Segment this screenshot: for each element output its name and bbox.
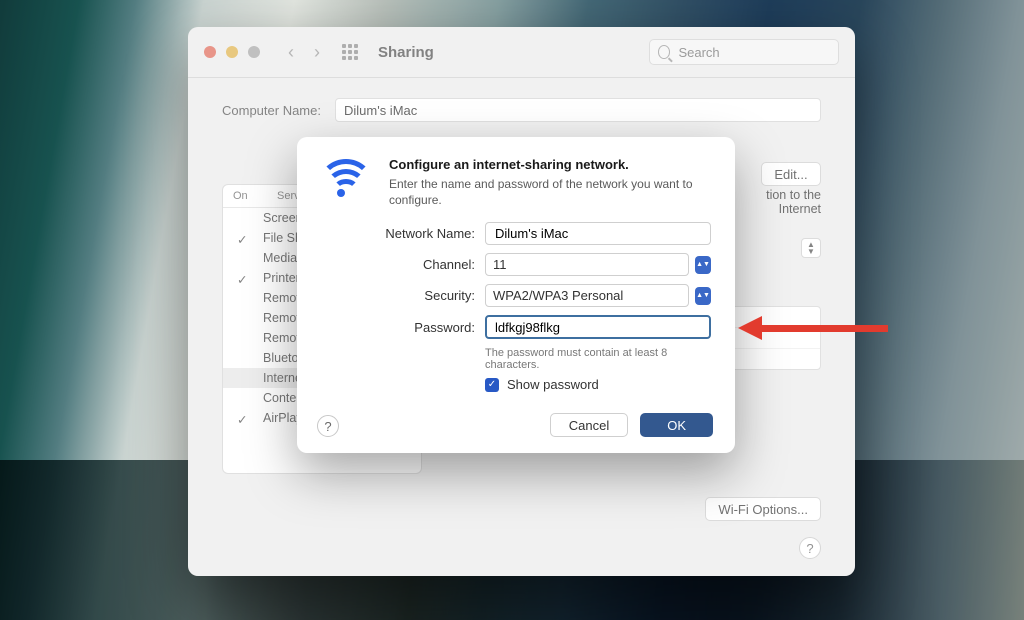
password-input[interactable] (485, 315, 711, 339)
computer-name-field[interactable]: Dilum's iMac (335, 98, 821, 122)
wifi-options-button[interactable]: Wi-Fi Options... (705, 497, 821, 521)
sheet-help-button[interactable]: ? (317, 415, 339, 437)
window-title: Sharing (378, 44, 434, 61)
wifi-configure-sheet: Configure an internet-sharing network. E… (297, 137, 735, 453)
nav-back-icon[interactable]: ‹ (288, 42, 294, 63)
traffic-light-close[interactable] (204, 46, 216, 58)
service-label: Printer (263, 271, 300, 285)
header-on: On (223, 190, 273, 202)
service-label: Media (263, 251, 297, 265)
show-password-checkbox[interactable]: ✓ (485, 378, 499, 392)
service-label: Remot (263, 311, 300, 325)
sheet-buttons: Cancel OK (550, 413, 713, 437)
security-stepper-icon[interactable]: ▲▼ (695, 287, 711, 305)
wifi-icon (319, 159, 367, 207)
nav-buttons: ‹ › (288, 42, 320, 63)
edit-button[interactable]: Edit... (761, 162, 821, 186)
computer-name-value: Dilum's iMac (344, 103, 417, 118)
security-label: Security: (317, 288, 485, 303)
network-name-value[interactable] (493, 225, 703, 242)
service-label: Remot (263, 291, 300, 305)
window-toolbar: ‹ › Sharing (188, 27, 855, 78)
network-name-label: Network Name: (317, 226, 485, 241)
wifi-options-label: Wi-Fi Options... (718, 502, 808, 517)
check-icon: ✓ (237, 232, 249, 244)
security-value: WPA2/WPA3 Personal (493, 288, 623, 303)
search-input[interactable] (676, 44, 830, 61)
security-select[interactable]: WPA2/WPA3 Personal (485, 284, 689, 307)
cancel-button[interactable]: Cancel (550, 413, 628, 437)
dropdown-stepper[interactable]: ▲▼ (801, 238, 821, 258)
nav-forward-icon[interactable]: › (314, 42, 320, 63)
search-icon (658, 45, 670, 59)
password-label: Password: (317, 320, 485, 335)
service-label: Conter (263, 391, 301, 405)
help-button[interactable]: ? (799, 537, 821, 559)
ok-button[interactable]: OK (640, 413, 713, 437)
traffic-light-minimize[interactable] (226, 46, 238, 58)
check-icon: ✓ (237, 272, 249, 284)
edit-button-label: Edit... (774, 167, 807, 182)
check-icon: ✓ (237, 412, 249, 424)
computer-name-label: Computer Name: (222, 103, 321, 118)
sheet-title: Configure an internet-sharing network. (389, 157, 711, 172)
channel-stepper-icon[interactable]: ▲▼ (695, 256, 711, 274)
sheet-subtitle: Enter the name and password of the netwo… (389, 176, 699, 208)
service-label: Remot (263, 331, 300, 345)
password-value[interactable] (493, 319, 703, 336)
computer-name-row: Computer Name: Dilum's iMac (222, 98, 821, 122)
show-all-icon[interactable] (342, 44, 358, 60)
service-label: Blueto (263, 351, 298, 365)
channel-label: Channel: (317, 257, 485, 272)
search-field[interactable] (649, 39, 839, 65)
show-password-row[interactable]: ✓ Show password (485, 377, 711, 392)
traffic-light-zoom[interactable] (248, 46, 260, 58)
show-password-label: Show password (507, 377, 599, 392)
password-hint: The password must contain at least 8 cha… (485, 347, 711, 371)
network-name-input[interactable] (485, 222, 711, 245)
channel-value: 11 (493, 257, 507, 272)
channel-select[interactable]: 11 (485, 253, 689, 276)
